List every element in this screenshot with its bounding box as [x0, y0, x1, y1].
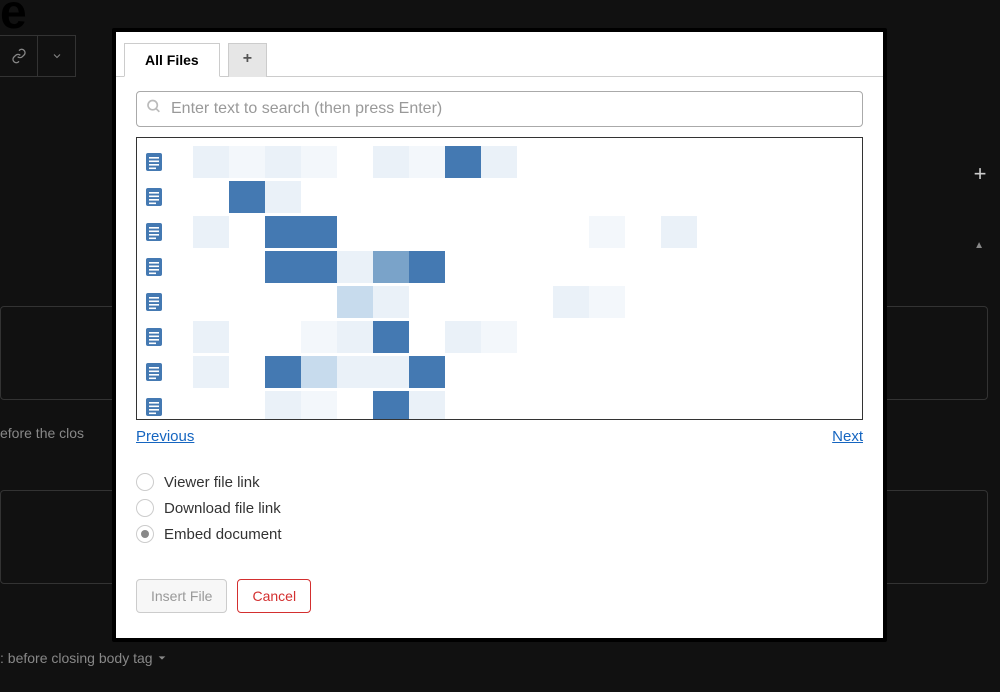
file-row[interactable]: [145, 354, 854, 389]
redacted-text: [193, 391, 229, 421]
modal-tabs: All Files +: [116, 42, 883, 77]
redacted-text: [229, 146, 265, 178]
redacted-text: [193, 286, 229, 318]
redacted-text: [373, 216, 589, 248]
redacted-text: [265, 321, 301, 353]
redacted-text: [193, 321, 229, 353]
redacted-text: [337, 356, 409, 388]
file-row[interactable]: [145, 389, 854, 420]
link-icon: [0, 35, 38, 77]
redacted-text: [409, 251, 445, 283]
sort-caret-icon: ▲: [974, 240, 984, 251]
add-button-backdrop: +: [966, 160, 994, 188]
redacted-text: [589, 286, 625, 318]
search-input[interactable]: [136, 91, 863, 127]
redacted-text: [229, 356, 265, 388]
redacted-text: [193, 251, 229, 283]
redacted-text: [301, 391, 337, 421]
redacted-text: [337, 391, 373, 421]
redacted-text: [409, 391, 445, 421]
redacted-text: [265, 286, 337, 318]
redacted-text: [589, 216, 625, 248]
document-icon: [145, 257, 163, 277]
tab-all-files[interactable]: All Files: [124, 43, 220, 77]
file-row[interactable]: [145, 249, 854, 284]
redacted-text: [265, 356, 301, 388]
redacted-text: [193, 181, 229, 213]
file-row[interactable]: [145, 179, 854, 214]
redacted-text: [553, 286, 589, 318]
cancel-button[interactable]: Cancel: [237, 579, 311, 613]
redacted-text: [337, 146, 373, 178]
redacted-text: [229, 216, 265, 248]
redacted-text: [337, 216, 373, 248]
previous-link[interactable]: Previous: [136, 428, 194, 445]
document-icon: [145, 292, 163, 312]
redacted-text: [373, 146, 409, 178]
redacted-text: [193, 356, 229, 388]
document-icon: [145, 327, 163, 347]
file-row[interactable]: [145, 214, 854, 249]
radio-label-download: Download file link: [164, 500, 281, 517]
file-row[interactable]: [145, 284, 854, 319]
radio-label-viewer: Viewer file link: [164, 474, 260, 491]
document-icon: [145, 362, 163, 382]
file-row[interactable]: [145, 144, 854, 179]
redacted-text: [373, 286, 409, 318]
tab-add[interactable]: +: [228, 43, 267, 77]
document-icon: [145, 152, 163, 172]
file-row[interactable]: [145, 319, 854, 354]
redacted-text: [409, 321, 445, 353]
redacted-text: [445, 146, 481, 178]
redacted-text: [229, 286, 265, 318]
redacted-text: [193, 216, 229, 248]
radio-label-embed: Embed document: [164, 526, 282, 543]
redacted-text: [301, 356, 337, 388]
redacted-text: [301, 321, 337, 353]
redacted-text: [481, 321, 517, 353]
insert-file-button[interactable]: Insert File: [136, 579, 227, 613]
redacted-text: [265, 391, 301, 421]
backdrop-logo-letter: e: [0, 0, 27, 40]
redacted-text: [373, 391, 409, 421]
redacted-text: [301, 146, 337, 178]
link-type-radio-group: Viewer file link Download file link Embe…: [136, 473, 863, 543]
document-icon: [145, 397, 163, 417]
redacted-text: [625, 216, 661, 248]
redacted-text: [229, 391, 265, 421]
redacted-text: [445, 321, 481, 353]
redacted-text: [229, 251, 265, 283]
redacted-text: [265, 146, 301, 178]
redacted-text: [409, 146, 445, 178]
redacted-text: [661, 216, 697, 248]
document-icon: [145, 222, 163, 242]
redacted-text: [229, 181, 265, 213]
document-icon: [145, 187, 163, 207]
radio-download-link[interactable]: [136, 499, 154, 517]
redacted-text: [337, 251, 373, 283]
redacted-text: [229, 321, 265, 353]
redacted-text: [337, 286, 373, 318]
backdrop-text: efore the clos: [0, 425, 84, 441]
redacted-text: [409, 286, 445, 318]
redacted-text: [445, 286, 553, 318]
radio-embed-document[interactable]: [136, 525, 154, 543]
redacted-text: [373, 251, 409, 283]
search-icon: [146, 99, 162, 120]
chevron-down-icon: [38, 35, 76, 77]
next-link[interactable]: Next: [832, 428, 863, 445]
redacted-text: [265, 216, 337, 248]
redacted-text: [373, 321, 409, 353]
redacted-text: [193, 146, 229, 178]
file-picker-modal: All Files + Previous Next Viewer file li…: [112, 28, 887, 642]
redacted-text: [409, 356, 445, 388]
radio-viewer-link[interactable]: [136, 473, 154, 491]
redacted-text: [265, 251, 337, 283]
redacted-text: [337, 321, 373, 353]
redacted-text: [481, 146, 517, 178]
file-list[interactable]: [136, 137, 863, 420]
redacted-text: [265, 181, 301, 213]
backdrop-text-2: : before closing body tag: [0, 650, 167, 666]
